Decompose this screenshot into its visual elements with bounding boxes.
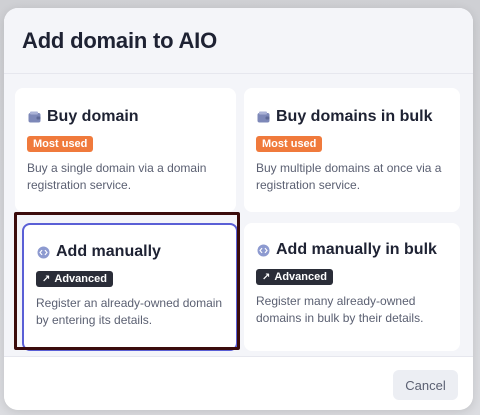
card-description: Register many already-owned domains in b… xyxy=(256,294,424,325)
code-icon xyxy=(256,243,270,257)
most-used-badge: Most used xyxy=(27,136,94,152)
option-card-buy-domain[interactable]: Buy domain Most used Buy a single domain… xyxy=(15,88,236,212)
card-description: Buy multiple domains at once via a regis… xyxy=(256,161,442,192)
advanced-icon: ↗ xyxy=(262,271,271,283)
card-description: Buy a single domain via a domain registr… xyxy=(27,161,207,192)
badge-label: Most used xyxy=(33,138,88,150)
modal-header: Add domain to AIO xyxy=(4,8,473,74)
modal-footer: Cancel xyxy=(4,356,473,410)
cancel-button[interactable]: Cancel xyxy=(393,370,458,400)
card-title: Buy domain xyxy=(47,108,139,125)
most-used-badge: Most used xyxy=(256,136,323,152)
wallet-icon xyxy=(27,110,41,124)
option-card-buy-domains-bulk[interactable]: Buy domains in bulk Most used Buy multip… xyxy=(244,88,460,212)
badge-label: Most used xyxy=(262,138,317,150)
card-title: Buy domains in bulk xyxy=(276,108,433,125)
modal-title: Add domain to AIO xyxy=(22,27,217,53)
advanced-badge: ↗ Advanced xyxy=(256,269,333,285)
selection-highlight xyxy=(14,212,240,350)
badge-label: Advanced xyxy=(274,271,327,283)
option-card-add-manually-bulk[interactable]: Add manually in bulk ↗ Advanced Register… xyxy=(244,223,460,351)
wallet-icon xyxy=(256,110,270,124)
card-title: Add manually in bulk xyxy=(276,241,437,258)
